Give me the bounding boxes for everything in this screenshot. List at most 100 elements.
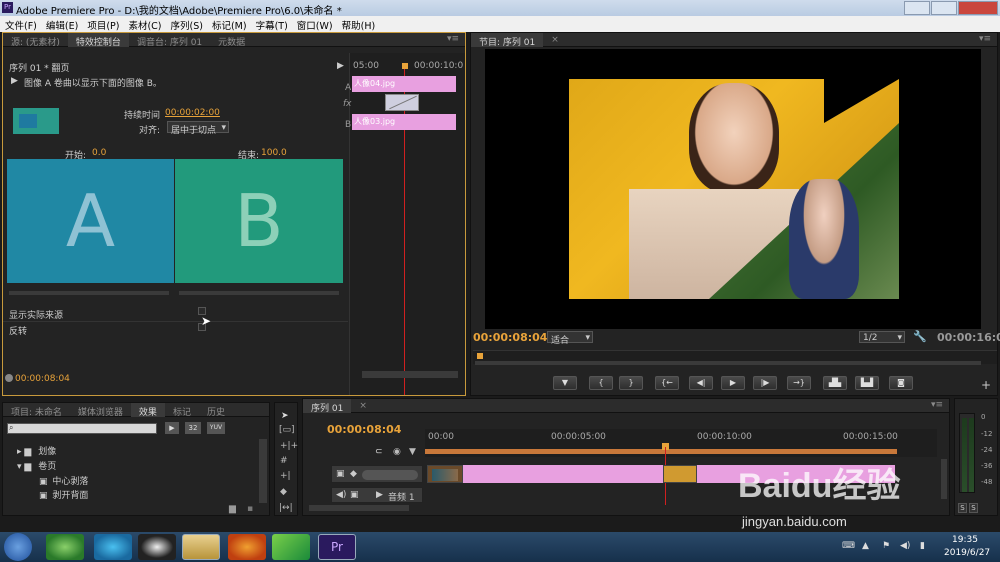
tree-item-iris[interactable]: ▸ ▆ 划像	[17, 444, 56, 457]
toggle-track-output-icon[interactable]: ▣	[336, 469, 345, 479]
lift-button[interactable]: ▟▙	[823, 376, 847, 390]
tab-history[interactable]: 历史	[199, 403, 233, 418]
tab-markers[interactable]: 标记	[165, 403, 199, 418]
go-to-in-button[interactable]: {←	[655, 376, 679, 390]
taskbar-app-1[interactable]	[46, 534, 84, 560]
razor-tool-icon[interactable]: ◆	[280, 487, 287, 497]
mark-in-button[interactable]: {	[589, 376, 613, 390]
transition-clip[interactable]	[663, 465, 697, 483]
menu-edit[interactable]: 编辑(E)	[41, 16, 82, 32]
effect-controls-timecode[interactable]: 00:00:08:04	[15, 374, 70, 384]
taskbar-app-explorer[interactable]	[182, 534, 220, 560]
go-to-out-button[interactable]: →}	[787, 376, 811, 390]
preview-b-slider[interactable]	[179, 291, 339, 295]
mini-timeline-scrollbar[interactable]	[362, 371, 458, 378]
tab-close-icon[interactable]: ×	[351, 399, 375, 413]
selection-tool-icon[interactable]: ➤	[281, 411, 289, 421]
timeline-horizontal-scrollbar[interactable]	[309, 505, 409, 511]
tray-volume-icon[interactable]: ◀)	[900, 541, 910, 551]
mini-clip-a[interactable]: 人像04.jpg	[352, 76, 456, 92]
32bit-effects-icon[interactable]: 32	[185, 422, 201, 434]
tab-program[interactable]: 节目: 序列 01	[471, 33, 544, 48]
preview-a[interactable]: A	[7, 159, 174, 283]
taskbar-app-2[interactable]	[94, 534, 132, 560]
effects-scrollbar[interactable]	[259, 439, 267, 503]
tab-effects[interactable]: 效果	[130, 403, 165, 418]
tab-media-browser[interactable]: 媒体浏览器	[70, 403, 131, 418]
align-dropdown[interactable]: 居中于切点 ▾	[167, 121, 229, 136]
solo-left-button[interactable]: S	[958, 503, 967, 513]
track-select-tool-icon[interactable]: [▭]	[279, 425, 295, 435]
mini-clip-b[interactable]: 人像03.jpg	[352, 114, 456, 130]
effects-search-input[interactable]: ⌕	[7, 423, 157, 434]
ripple-edit-tool-icon[interactable]: +|+	[280, 441, 298, 451]
program-playhead-icon[interactable]	[477, 353, 483, 359]
panel-menu-icon[interactable]: ▾≡	[441, 33, 465, 47]
tab-metadata[interactable]: 元数据	[210, 33, 253, 48]
menu-marker[interactable]: 标记(M)	[207, 16, 251, 32]
speaker-icon[interactable]: ◀)	[336, 490, 346, 500]
rolling-edit-tool-icon[interactable]: #	[280, 456, 288, 466]
end-value[interactable]: 100.0	[261, 148, 287, 158]
new-bin-icon[interactable]: ▆	[229, 504, 236, 514]
taskbar-app-premiere[interactable]: Pr	[318, 534, 356, 560]
set-encore-marker-icon[interactable]: ◉	[393, 447, 401, 457]
tab-project[interactable]: 项目: 未命名	[3, 403, 70, 418]
step-back-button[interactable]: ◀|	[689, 376, 713, 390]
video-track-name-field[interactable]	[362, 470, 418, 480]
timeline-ruler[interactable]: 00:00 00:00:05:00 00:00:10:00 00:00:15:0…	[425, 429, 937, 457]
add-marker-button[interactable]: ▼	[553, 376, 577, 390]
snap-icon[interactable]: ⊂	[375, 447, 383, 457]
minimize-button[interactable]	[904, 1, 930, 15]
menu-window[interactable]: 窗口(W)	[292, 16, 337, 32]
menu-sequence[interactable]: 序列(S)	[166, 16, 207, 32]
taskbar-app-6[interactable]	[272, 534, 310, 560]
tab-effect-controls[interactable]: 特效控制台	[67, 33, 129, 48]
delete-icon[interactable]: ▪	[247, 504, 253, 514]
program-zoom-scrollbar[interactable]	[475, 361, 981, 365]
lock-icon[interactable]: ◆	[350, 469, 357, 479]
tree-item-peel-back[interactable]: ▣ 剥开背面	[39, 488, 88, 501]
taskbar-app-qq[interactable]	[138, 534, 176, 560]
tree-item-center-peel[interactable]: ▣ 中心剥落	[39, 474, 88, 487]
menu-project[interactable]: 项目(P)	[82, 16, 123, 32]
resolution-dropdown[interactable]: 1/2 ▾	[859, 331, 905, 343]
start-button[interactable]	[4, 533, 32, 561]
video-clip-2[interactable]	[463, 465, 663, 483]
yuv-effects-icon[interactable]: YUV	[207, 422, 225, 434]
panel-menu-icon[interactable]: ▾≡	[925, 399, 949, 413]
tray-network-icon[interactable]: ▮	[920, 541, 925, 551]
timeline-timecode[interactable]: 00:00:08:04	[327, 423, 401, 436]
play-button[interactable]: ▶	[721, 376, 745, 390]
mini-transition-block[interactable]	[385, 94, 419, 111]
wrench-icon[interactable]: 🔧	[913, 330, 927, 343]
program-timecode[interactable]: 00:00:08:04	[473, 331, 547, 344]
add-marker-icon[interactable]: ▼	[409, 447, 416, 457]
start-value[interactable]: 0.0	[92, 148, 106, 158]
clock-time[interactable]: 19:35	[952, 535, 978, 545]
taskbar-app-firefox[interactable]	[228, 534, 266, 560]
expand-track-icon[interactable]: ▶	[376, 490, 383, 500]
export-frame-button[interactable]: ◙	[889, 376, 913, 390]
clock-date[interactable]: 2019/6/27	[944, 548, 990, 558]
tray-expand-icon[interactable]: ▲	[862, 541, 869, 551]
preview-a-slider[interactable]	[9, 291, 169, 295]
mark-out-button[interactable]: }	[619, 376, 643, 390]
maximize-button[interactable]	[931, 1, 957, 15]
tab-close-icon[interactable]: ×	[543, 33, 567, 47]
accelerated-effects-icon[interactable]: ▶	[165, 422, 179, 434]
transition-thumbnail[interactable]	[13, 108, 59, 134]
preview-b[interactable]: B	[175, 159, 343, 283]
duration-value[interactable]: 00:00:02:00	[165, 108, 220, 118]
fit-dropdown[interactable]: 适合 ▾	[547, 331, 593, 346]
tab-audio-mixer[interactable]: 调音台: 序列 01	[129, 33, 210, 48]
program-scrub-bar[interactable]	[473, 350, 997, 365]
tab-source[interactable]: 源: (无素材)	[3, 33, 68, 48]
program-viewer[interactable]	[485, 49, 981, 329]
expand-description-icon[interactable]: ▶	[11, 76, 18, 86]
step-forward-button[interactable]: |▶	[753, 376, 777, 390]
close-button[interactable]	[958, 1, 998, 15]
menu-title[interactable]: 字幕(T)	[251, 16, 292, 32]
add-button-icon[interactable]: +	[981, 378, 991, 392]
menu-help[interactable]: 帮助(H)	[337, 16, 380, 32]
